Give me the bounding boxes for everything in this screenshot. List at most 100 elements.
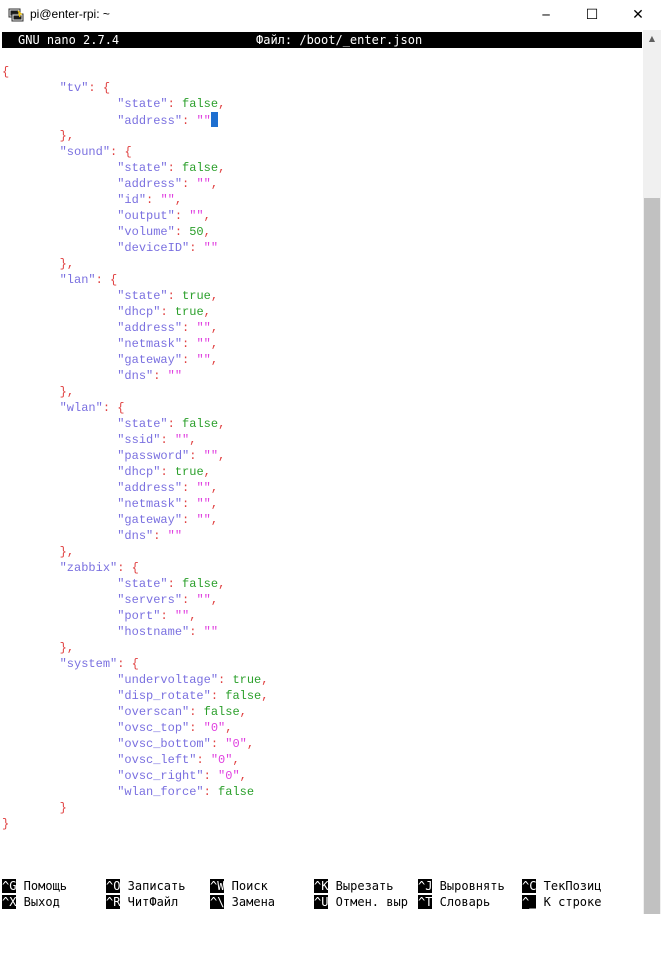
editor-line[interactable]: "state": true, <box>2 288 268 304</box>
nano-filename: Файл: /boot/_enter.json <box>256 33 423 47</box>
shortcut-label: Выход <box>16 895 60 909</box>
shortcut-label: Замена <box>224 895 276 909</box>
editor-line[interactable]: } <box>2 800 268 816</box>
minimize-icon: ─ <box>542 8 550 22</box>
shortcut-item: ^T Словарь <box>418 894 490 910</box>
editor-line[interactable]: }, <box>2 544 268 560</box>
editor-line[interactable]: "volume": 50, <box>2 224 268 240</box>
editor-line[interactable]: "overscan": false, <box>2 704 268 720</box>
shortcut-item: ^\ Замена <box>210 894 275 910</box>
scroll-thumb[interactable] <box>644 198 660 914</box>
shortcut-label: Выровнять <box>432 879 505 893</box>
editor-line[interactable]: "undervoltage": true, <box>2 672 268 688</box>
editor-line[interactable]: "ssid": "", <box>2 432 268 448</box>
shortcut-item: ^X Выход <box>2 894 60 910</box>
editor-line[interactable]: "ovsc_bottom": "0", <box>2 736 268 752</box>
editor-line[interactable]: "state": false, <box>2 416 268 432</box>
shortcut-key: ^U <box>314 895 329 909</box>
shortcut-item: ^K Вырезать <box>314 878 393 894</box>
shortcut-key: ^J <box>418 879 433 893</box>
editor-line[interactable]: "gateway": "", <box>2 512 268 528</box>
editor-line[interactable]: "system": { <box>2 656 268 672</box>
editor-line[interactable]: }, <box>2 256 268 272</box>
shortcut-key: ^\ <box>210 895 225 909</box>
editor-line[interactable]: "tv": { <box>2 80 268 96</box>
shortcut-label: К строке <box>536 895 602 909</box>
editor-line[interactable]: "zabbix": { <box>2 560 268 576</box>
shortcut-key: ^C <box>522 879 537 893</box>
editor-line[interactable]: "address": "", <box>2 320 268 336</box>
editor-line[interactable]: "address": "" <box>2 112 268 128</box>
editor-line[interactable]: }, <box>2 128 268 144</box>
editor-line[interactable]: "state": false, <box>2 160 268 176</box>
shortcut-item: ^C ТекПозиц <box>522 878 601 894</box>
editor-line[interactable]: "port": "", <box>2 608 268 624</box>
editor-line[interactable]: "state": false, <box>2 96 268 112</box>
shortcut-item: ^J Выровнять <box>418 878 505 894</box>
editor-line[interactable]: { <box>2 64 268 80</box>
shortcut-key: ^O <box>106 879 121 893</box>
shortcut-label: Словарь <box>432 895 491 909</box>
shortcut-bar: ^G Помощь ^O Записать ^W Поиск ^K Вырезать ^… <box>2 878 642 910</box>
editor-line[interactable]: "dhcp": true, <box>2 304 268 320</box>
editor-line[interactable]: "lan": { <box>2 272 268 288</box>
close-icon: ✕ <box>632 7 644 23</box>
shortcut-key: ^X <box>2 895 17 909</box>
terminal-area[interactable]: GNU nano 2.7.4 Файл: /boot/_enter.json {… <box>0 30 643 914</box>
editor-line[interactable]: "wlan_force": false <box>2 784 268 800</box>
shortcut-key: ^R <box>106 895 121 909</box>
shortcut-label: ЧитФайл <box>120 895 179 909</box>
editor-line[interactable]: "id": "", <box>2 192 268 208</box>
shortcut-item: ^_ К строке <box>522 894 601 910</box>
shortcut-item: ^G Помощь <box>2 878 67 894</box>
editor-buffer[interactable]: { "tv": { "state": false, "address": "" … <box>2 64 268 832</box>
editor-line[interactable]: "gateway": "", <box>2 352 268 368</box>
editor-line[interactable]: "output": "", <box>2 208 268 224</box>
editor-line[interactable]: "ovsc_left": "0", <box>2 752 268 768</box>
shortcut-item: ^O Записать <box>106 878 185 894</box>
shortcut-label: Помощь <box>16 879 68 893</box>
shortcut-item: ^R ЧитФайл <box>106 894 178 910</box>
editor-line[interactable]: "address": "", <box>2 480 268 496</box>
shortcut-key: ^T <box>418 895 433 909</box>
editor-line[interactable]: "deviceID": "" <box>2 240 268 256</box>
editor-line[interactable]: } <box>2 816 268 832</box>
editor-line[interactable]: "address": "", <box>2 176 268 192</box>
editor-line[interactable]: "netmask": "", <box>2 496 268 512</box>
editor-line[interactable]: "password": "", <box>2 448 268 464</box>
shortcut-key: ^K <box>314 879 329 893</box>
shortcut-item: ^U Отмен. выр <box>314 894 408 910</box>
close-button[interactable]: ✕ <box>615 0 661 30</box>
editor-line[interactable]: "dns": "" <box>2 368 268 384</box>
putty-terminal-icon <box>8 8 24 22</box>
shortcut-item: ^W Поиск <box>210 878 268 894</box>
editor-line[interactable]: "ovsc_right": "0", <box>2 768 268 784</box>
shortcut-label: Записать <box>120 879 186 893</box>
shortcut-label: ТекПозиц <box>536 879 602 893</box>
shortcut-label: Поиск <box>224 879 268 893</box>
maximize-icon: ☐ <box>585 7 599 23</box>
maximize-button[interactable]: ☐ <box>569 0 615 30</box>
window-title: pi@enter-rpi: ~ <box>30 7 110 21</box>
nano-header-bar: GNU nano 2.7.4 Файл: /boot/_enter.json <box>2 32 642 48</box>
editor-line[interactable]: "ovsc_top": "0", <box>2 720 268 736</box>
shortcut-key: ^_ <box>522 895 537 909</box>
shortcut-key: ^G <box>2 879 17 893</box>
editor-line[interactable]: "disp_rotate": false, <box>2 688 268 704</box>
editor-line[interactable]: "dns": "" <box>2 528 268 544</box>
editor-line[interactable]: }, <box>2 384 268 400</box>
editor-line[interactable]: "hostname": "" <box>2 624 268 640</box>
minimize-button[interactable]: ─ <box>523 0 569 30</box>
editor-line[interactable]: "dhcp": true, <box>2 464 268 480</box>
scroll-up-arrow-icon[interactable]: ▲ <box>643 30 661 47</box>
text-cursor <box>210 112 218 127</box>
editor-line[interactable]: "netmask": "", <box>2 336 268 352</box>
editor-line[interactable]: }, <box>2 640 268 656</box>
vertical-scrollbar[interactable]: ▲ <box>643 30 661 914</box>
editor-line[interactable]: "servers": "", <box>2 592 268 608</box>
editor-line[interactable]: "wlan": { <box>2 400 268 416</box>
editor-line[interactable]: "sound": { <box>2 144 268 160</box>
editor-line[interactable]: "state": false, <box>2 576 268 592</box>
shortcut-label: Вырезать <box>328 879 394 893</box>
window-titlebar[interactable]: pi@enter-rpi: ~ ─ ☐ ✕ <box>0 0 661 30</box>
